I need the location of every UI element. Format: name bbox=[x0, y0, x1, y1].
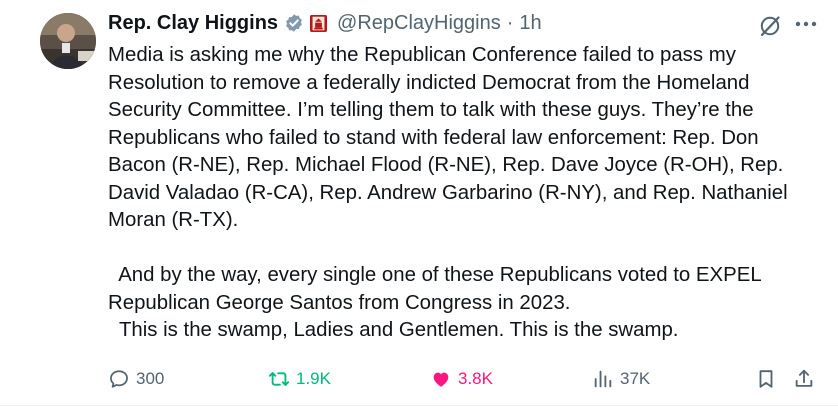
timestamp[interactable]: 1h bbox=[519, 12, 541, 35]
separator-dot: · bbox=[506, 11, 514, 34]
avatar-image bbox=[40, 13, 96, 69]
more-icon[interactable] bbox=[792, 12, 820, 36]
like-button[interactable]: 3.8K bbox=[430, 362, 493, 396]
share-icon bbox=[795, 369, 813, 387]
like-icon bbox=[433, 372, 449, 387]
reply-icon bbox=[110, 370, 128, 388]
reply-count: 300 bbox=[136, 369, 165, 388]
tweet-text-paragraph-1: Media is asking me why the Republican Co… bbox=[108, 44, 788, 231]
avatar[interactable] bbox=[40, 13, 96, 69]
bookmark-icon bbox=[759, 370, 773, 388]
government-affiliation-icon[interactable] bbox=[310, 14, 328, 32]
views-count: 37K bbox=[620, 369, 651, 388]
author-name[interactable]: Rep. Clay Higgins bbox=[108, 12, 278, 35]
repost-icon bbox=[268, 372, 290, 386]
share-button[interactable] bbox=[793, 362, 821, 396]
tweet-text-line: Republican George Santos from Congress i… bbox=[108, 291, 571, 314]
repost-count: 1.9K bbox=[296, 369, 331, 388]
tweet-header: Rep. Clay Higgins @RepClayHiggins · 1h bbox=[108, 8, 542, 38]
bookmark-button[interactable] bbox=[755, 362, 783, 396]
tweet-text-paragraph-2: And by the way, every single one of thes… bbox=[108, 262, 828, 345]
tweet-text-line: And by the way, every single one of thes… bbox=[108, 264, 762, 286]
grok-icon[interactable] bbox=[758, 14, 782, 38]
views-button[interactable]: 37K bbox=[592, 362, 650, 396]
repost-button[interactable]: 1.9K bbox=[268, 362, 331, 396]
author-handle[interactable]: @RepClayHiggins bbox=[337, 12, 501, 35]
divider bbox=[0, 405, 838, 406]
tweet-text-line: This is the swamp, Ladies and Gentlemen.… bbox=[108, 319, 679, 341]
verified-badge-icon[interactable] bbox=[284, 13, 304, 33]
reply-button[interactable]: 300 bbox=[108, 362, 164, 396]
tweet[interactable]: Rep. Clay Higgins @RepClayHiggins · 1h M… bbox=[0, 0, 838, 412]
action-bar: 300 1.9K 3.8K 37K bbox=[0, 362, 838, 396]
like-count: 3.8K bbox=[458, 369, 493, 388]
views-icon bbox=[594, 370, 612, 388]
